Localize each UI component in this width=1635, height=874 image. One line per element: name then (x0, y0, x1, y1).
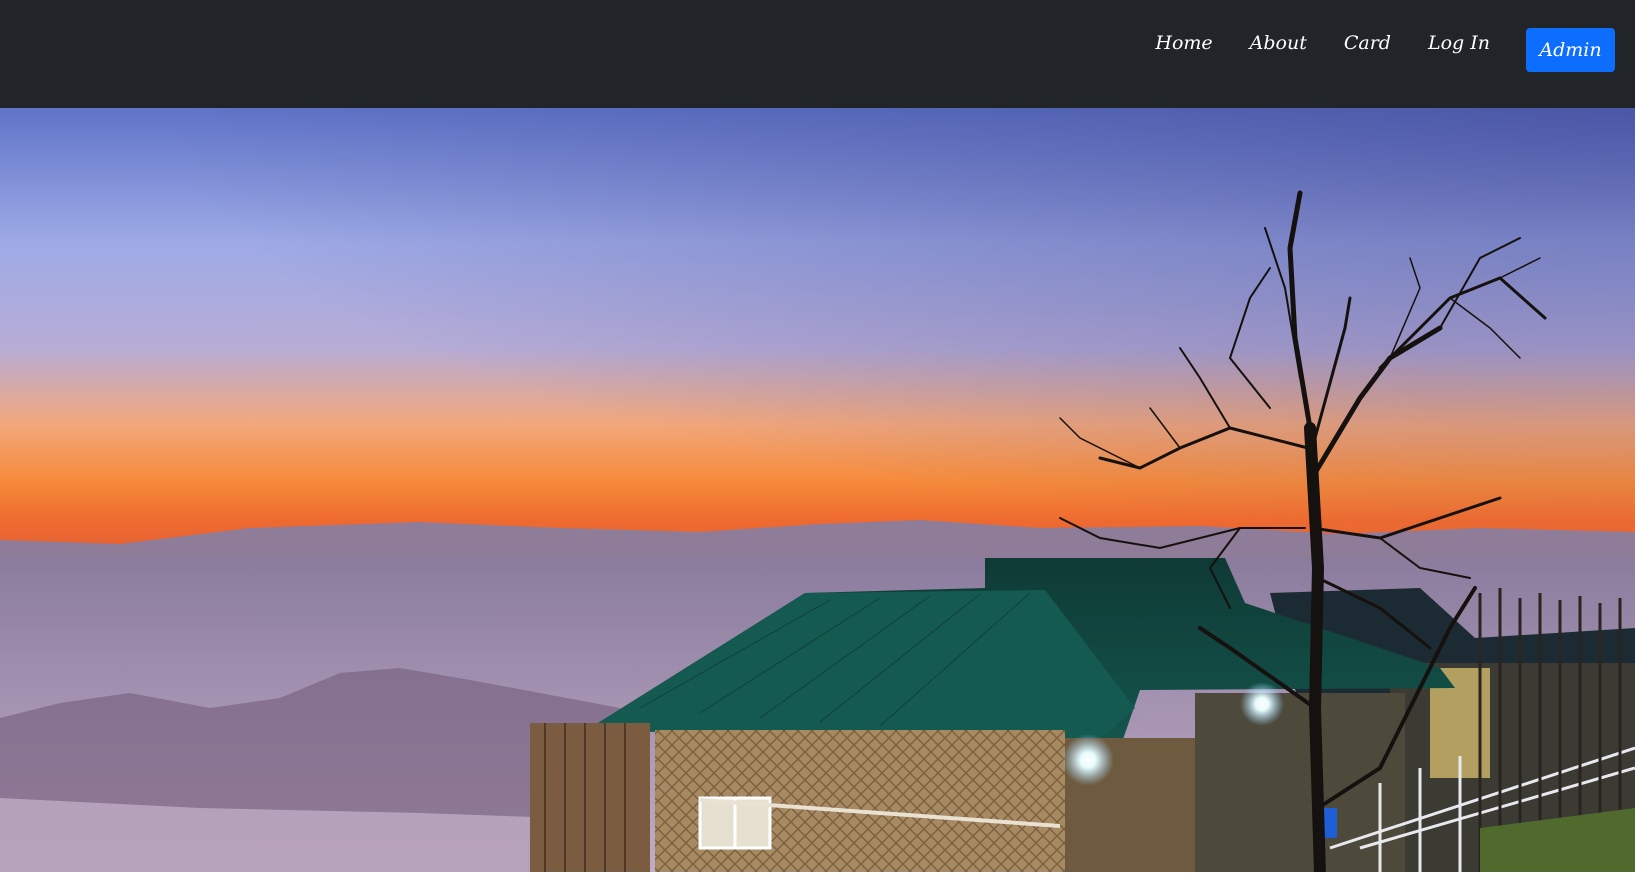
nav-link-card[interactable]: Card (1344, 32, 1391, 54)
sunset-landscape-image (0, 108, 1635, 874)
nav-link-login[interactable]: Log In (1428, 32, 1490, 54)
nav-links: Home About Card Log In Admin (1155, 28, 1615, 72)
top-navbar: Home About Card Log In Admin (0, 0, 1635, 108)
admin-button[interactable]: Admin (1526, 28, 1615, 72)
hero-image (0, 108, 1635, 874)
nav-link-about[interactable]: About (1250, 32, 1307, 54)
nav-link-home[interactable]: Home (1155, 32, 1212, 54)
